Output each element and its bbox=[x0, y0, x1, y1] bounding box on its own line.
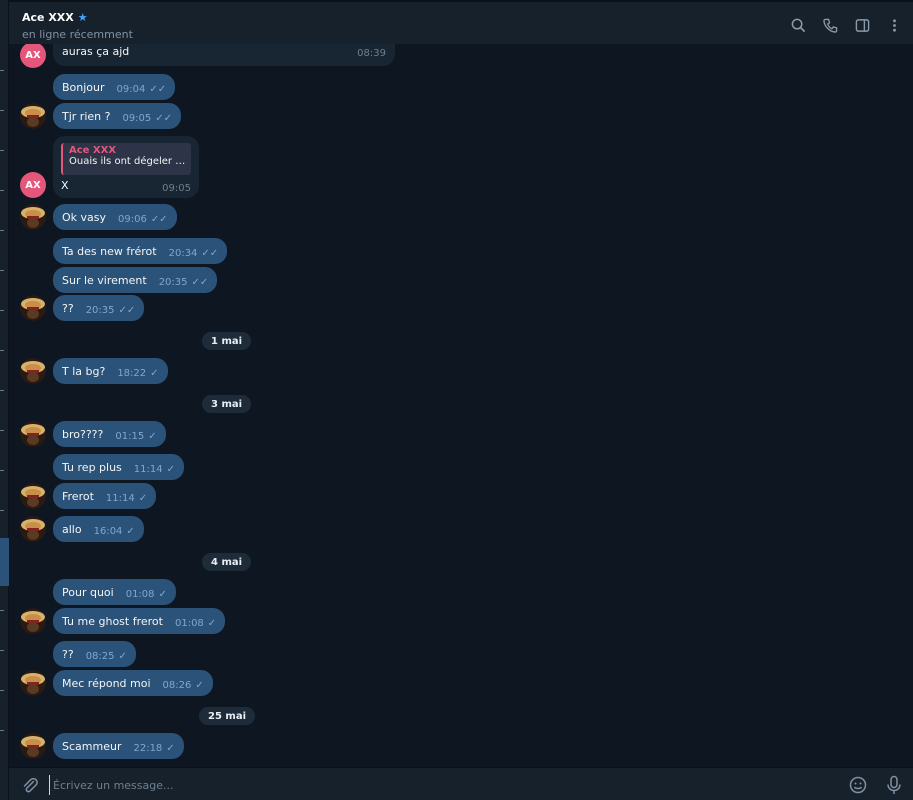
date-separator: 25 mai bbox=[199, 707, 255, 725]
check-icon: ✓ bbox=[166, 464, 176, 475]
phone-icon[interactable] bbox=[821, 16, 839, 34]
microphone-icon[interactable] bbox=[885, 775, 903, 795]
double-check-icon: ✓✓ bbox=[191, 277, 209, 288]
incoming-reply-message[interactable]: Ace XXX Ouais ils ont dégeler m... X 09:… bbox=[53, 136, 199, 198]
user-avatar[interactable] bbox=[20, 608, 46, 634]
user-avatar[interactable] bbox=[20, 103, 46, 129]
check-icon: ✓ bbox=[195, 680, 204, 691]
double-check-icon: ✓✓ bbox=[201, 248, 219, 259]
outgoing-message[interactable]: Frerot 11:14 ✓ bbox=[53, 483, 157, 509]
sidebar-toggle-icon[interactable] bbox=[853, 16, 871, 34]
contact-avatar[interactable]: AX bbox=[20, 44, 46, 68]
outgoing-message[interactable]: allo 16:04 ✓ bbox=[53, 516, 144, 542]
message-composer bbox=[9, 767, 913, 800]
outgoing-message[interactable]: Pour quoi 01:08 ✓ bbox=[53, 579, 176, 605]
outgoing-message[interactable]: ?? 20:35 ✓✓ bbox=[53, 295, 145, 321]
outgoing-message[interactable]: Bonjour 09:04 ✓✓ bbox=[53, 74, 176, 100]
user-avatar[interactable] bbox=[20, 733, 46, 759]
date-separator: 3 mai bbox=[202, 395, 252, 413]
contact-status: en ligne récemment bbox=[22, 28, 133, 41]
incoming-message[interactable]: auras ça ajd 08:39 bbox=[53, 44, 395, 66]
user-avatar[interactable] bbox=[20, 483, 46, 509]
check-icon: ✓ bbox=[126, 526, 135, 537]
outgoing-message[interactable]: Tu me ghost frerot 01:08 ✓ bbox=[53, 608, 226, 634]
check-icon: ✓ bbox=[207, 618, 217, 629]
date-separator: 4 mai bbox=[202, 553, 252, 571]
contact-avatar[interactable]: AX bbox=[20, 172, 46, 198]
double-check-icon: ✓✓ bbox=[149, 84, 167, 95]
user-avatar[interactable] bbox=[20, 516, 46, 542]
user-avatar[interactable] bbox=[20, 670, 46, 696]
check-icon: ✓ bbox=[148, 431, 157, 442]
user-avatar[interactable] bbox=[20, 295, 46, 321]
user-avatar[interactable] bbox=[20, 358, 46, 384]
check-icon: ✓ bbox=[138, 493, 148, 504]
outgoing-message[interactable]: Sur le virement 20:35 ✓✓ bbox=[53, 267, 218, 293]
check-icon: ✓ bbox=[118, 651, 127, 662]
message-input[interactable] bbox=[49, 775, 829, 795]
double-check-icon: ✓✓ bbox=[150, 214, 168, 225]
user-avatar[interactable] bbox=[20, 421, 46, 447]
double-check-icon: ✓✓ bbox=[118, 305, 136, 316]
message-list[interactable]: auras ça ajd 08:39 AX Bonjour 09:04 ✓✓ Tj… bbox=[9, 44, 913, 767]
paperclip-icon[interactable] bbox=[21, 776, 39, 794]
outgoing-message[interactable]: T la bg? 18:22 ✓ bbox=[53, 358, 168, 384]
check-icon: ✓ bbox=[158, 589, 167, 600]
outgoing-message[interactable]: Scammeur 22:18 ✓ bbox=[53, 733, 184, 759]
quoted-message[interactable]: Ace XXX Ouais ils ont dégeler m... bbox=[61, 143, 191, 175]
more-vert-icon[interactable] bbox=[885, 16, 903, 34]
check-icon: ✓ bbox=[166, 743, 175, 754]
user-avatar[interactable] bbox=[20, 204, 46, 230]
check-icon: ✓ bbox=[150, 368, 159, 379]
contact-name[interactable]: Ace XXX ★ bbox=[22, 11, 88, 24]
star-icon: ★ bbox=[77, 11, 88, 24]
chat-header: Ace XXX ★ en ligne récemment bbox=[9, 0, 913, 44]
outgoing-message[interactable]: Tjr rien ? 09:05 ✓✓ bbox=[53, 103, 182, 129]
double-check-icon: ✓✓ bbox=[155, 113, 173, 124]
outgoing-message[interactable]: ?? 08:25 ✓ bbox=[53, 641, 136, 667]
active-chat-indicator[interactable] bbox=[0, 538, 9, 586]
outgoing-message[interactable]: Mec répond moi 08:26 ✓ bbox=[53, 670, 213, 696]
emoji-icon[interactable] bbox=[849, 776, 867, 794]
outgoing-message[interactable]: Tu rep plus 11:14 ✓ bbox=[53, 454, 185, 480]
search-icon[interactable] bbox=[789, 16, 807, 34]
outgoing-message[interactable]: Ok vasy 09:06 ✓✓ bbox=[53, 204, 177, 230]
outgoing-message[interactable]: bro???? 01:15 ✓ bbox=[53, 421, 166, 447]
folder-strip bbox=[0, 0, 9, 800]
outgoing-message[interactable]: Ta des new frérot 20:34 ✓✓ bbox=[53, 238, 228, 264]
date-separator: 1 mai bbox=[202, 332, 252, 350]
